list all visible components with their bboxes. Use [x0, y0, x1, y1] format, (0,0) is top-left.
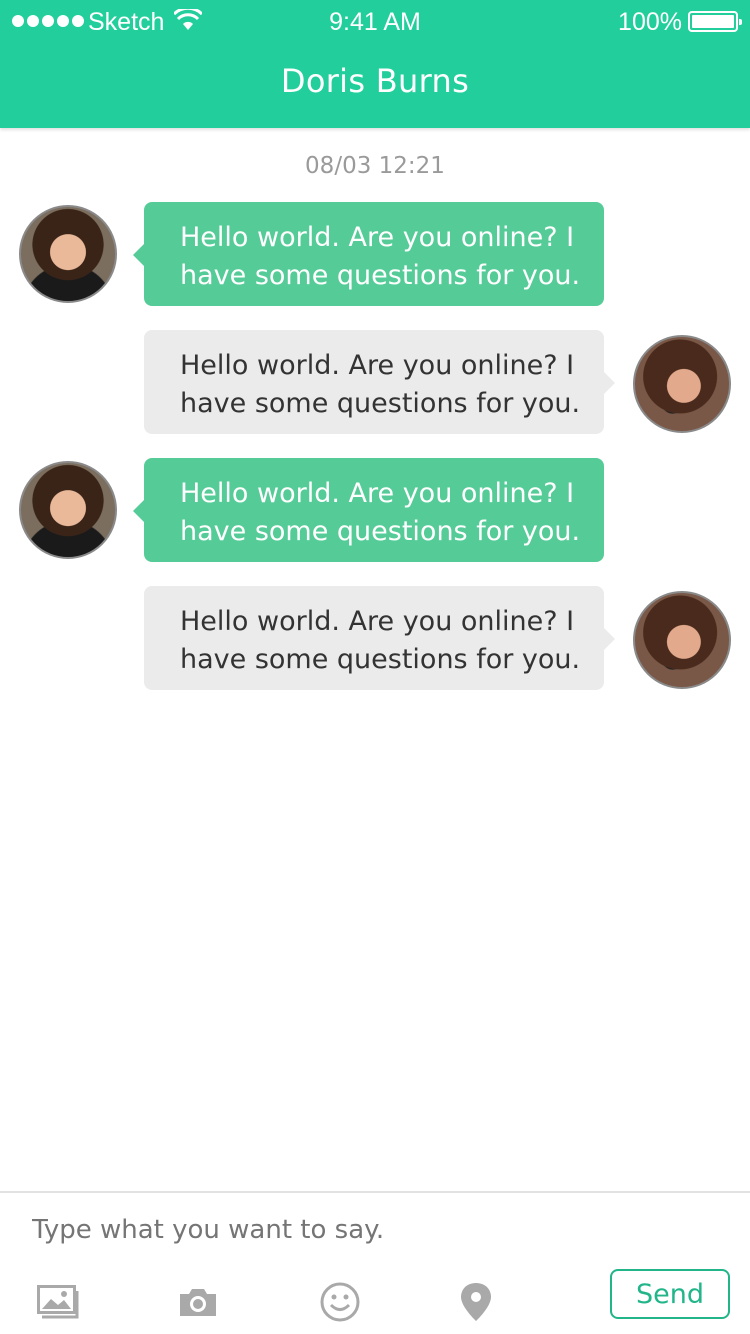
- message-text-line: Hello world. Are you online? I: [180, 350, 575, 381]
- page-title: Doris Burns: [280, 62, 470, 100]
- send-button[interactable]: Send: [610, 1269, 730, 1319]
- avatar[interactable]: [633, 591, 731, 689]
- avatar[interactable]: [633, 335, 731, 433]
- header: Sketch 9:41 AM 100% Doris Burns: [0, 0, 750, 128]
- emoji-icon[interactable]: [316, 1279, 364, 1325]
- status-bar: Sketch 9:41 AM 100%: [0, 0, 750, 44]
- message-bubble-incoming[interactable]: Hello world. Are you online? I have some…: [133, 202, 604, 306]
- location-icon[interactable]: [452, 1279, 500, 1325]
- message-bubble-incoming[interactable]: Hello world. Are you online? I have some…: [133, 458, 604, 562]
- message-text-line: have some questions for you.: [180, 388, 581, 419]
- battery-icon: [688, 11, 742, 32]
- message-text-line: have some questions for you.: [180, 644, 581, 675]
- conversation-timestamp: 08/03 12:21: [305, 153, 445, 179]
- avatar[interactable]: [19, 461, 117, 559]
- message-text-line: have some questions for you.: [180, 516, 581, 547]
- message-bubble-outgoing[interactable]: Hello world. Are you online? I have some…: [144, 586, 615, 690]
- image-icon[interactable]: [34, 1279, 82, 1325]
- message-text-line: have some questions for you.: [180, 260, 581, 291]
- message-composer: Send: [0, 1191, 750, 1334]
- message-bubble-outgoing[interactable]: Hello world. Are you online? I have some…: [144, 330, 615, 434]
- message-text-line: Hello world. Are you online? I: [180, 606, 575, 637]
- message-text-line: Hello world. Are you online? I: [180, 478, 575, 509]
- battery-percentage: 100%: [618, 8, 682, 36]
- message-input[interactable]: [32, 1215, 712, 1245]
- camera-icon[interactable]: [174, 1279, 222, 1325]
- avatar[interactable]: [19, 205, 117, 303]
- message-text-line: Hello world. Are you online? I: [180, 222, 575, 253]
